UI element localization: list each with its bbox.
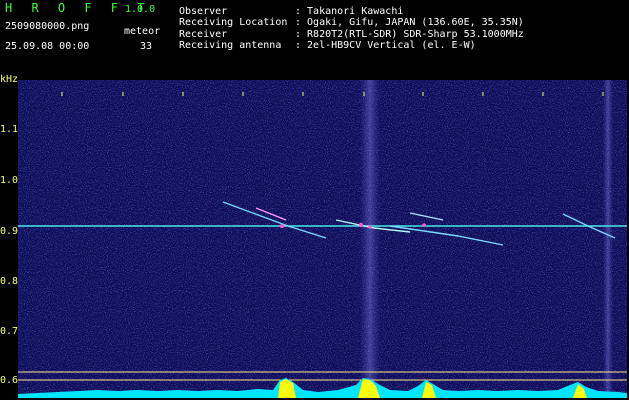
spectrogram-canvas: [18, 80, 627, 398]
info-location-value: : Ogaki, Gifu, JAPAN (136.60E, 35.35N): [295, 17, 524, 28]
y-tick: 0.6: [0, 375, 19, 386]
app-version: 1.0.0: [125, 4, 156, 15]
spectrogram: [18, 80, 627, 398]
file-datetime: 25.09.08 00:00: [5, 41, 90, 52]
meteor-head: [358, 222, 364, 228]
info-antenna-key: Receiving antenna: [179, 40, 282, 51]
y-tick: 0.7: [0, 326, 19, 337]
info-location-key: Receiving Location: [179, 17, 288, 28]
y-axis-unit: kHz: [0, 74, 19, 85]
spectrogram-noise: [18, 80, 627, 398]
y-tick: 0.8: [0, 276, 19, 287]
y-tick: 1.1: [0, 124, 19, 135]
noise-band: [603, 80, 613, 398]
meteor-head: [280, 224, 284, 228]
file-name: 2509080000.png: [5, 21, 90, 32]
meteor-count: 33: [140, 41, 153, 52]
noise-band: [360, 80, 380, 398]
y-tick: 0.9: [0, 226, 19, 237]
meteor-head: [422, 223, 426, 227]
info-antenna-value: : 2el-HB9CV Vertical (el. E-W): [295, 40, 476, 51]
meteor-head: [368, 225, 372, 229]
meteor-label: meteor: [124, 26, 161, 37]
y-tick: 1.0: [0, 175, 19, 186]
